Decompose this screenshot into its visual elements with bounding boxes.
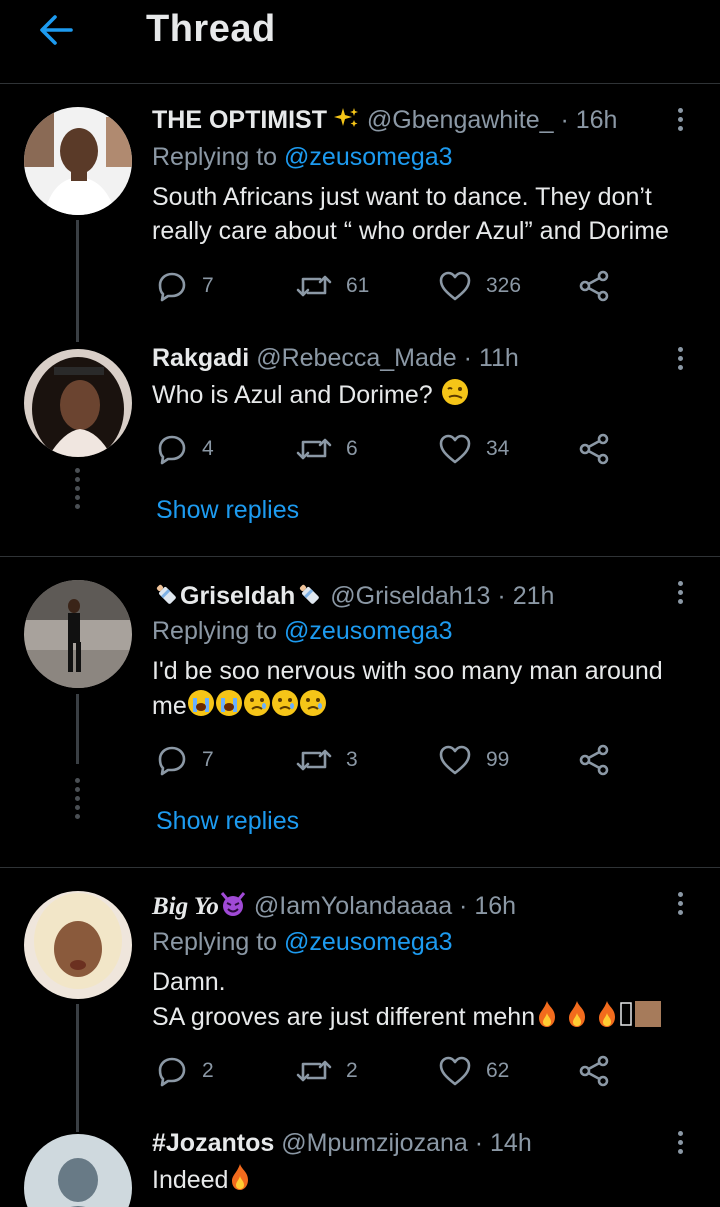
tweet-text: Indeed bbox=[152, 1162, 692, 1201]
more-button[interactable] bbox=[666, 1124, 694, 1160]
more-icon bbox=[677, 1130, 683, 1136]
timestamp: · 14h bbox=[474, 1129, 532, 1157]
tweet-meta: #Jozantos @Mpumzijozana · 14h bbox=[152, 1129, 532, 1158]
fire-icon bbox=[228, 1162, 254, 1201]
user-handle[interactable]: @Mpumzijozana bbox=[281, 1129, 468, 1157]
tweet-item[interactable]: #Jozantos @Mpumzijozana · 14h Indeed bbox=[0, 0, 720, 1207]
avatar[interactable] bbox=[24, 1134, 132, 1207]
display-name[interactable]: #Jozantos bbox=[152, 1129, 274, 1157]
